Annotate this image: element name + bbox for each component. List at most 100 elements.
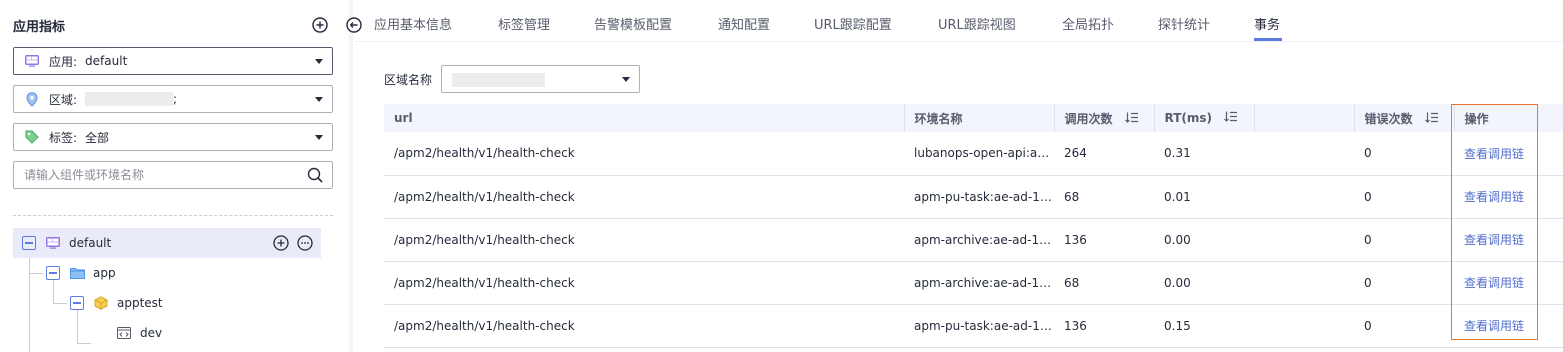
column-header-empty xyxy=(1254,104,1355,132)
cell-url: /apm2/health/v1/health-check xyxy=(384,218,904,262)
cell-env: apm-archive:ae-ad-1-... xyxy=(904,218,1054,262)
region-value-redacted xyxy=(452,73,545,87)
region-filter-select[interactable] xyxy=(441,65,640,93)
tabs-divider xyxy=(355,41,1563,42)
tab-global-topology[interactable]: 全局拓扑 xyxy=(1062,14,1114,33)
cell-errors: 0 xyxy=(1354,304,1454,348)
tab-alarm-template[interactable]: 告警模板配置 xyxy=(594,14,672,33)
column-header-calls[interactable]: 调用次数 xyxy=(1054,104,1155,132)
app-select-value: default xyxy=(85,54,128,68)
tag-icon xyxy=(24,129,40,145)
region-select[interactable]: 区域: ; xyxy=(13,85,333,113)
app-icon xyxy=(45,235,61,251)
folder-icon xyxy=(69,265,85,281)
cell-empty xyxy=(1254,218,1354,262)
tree-guide xyxy=(29,273,43,274)
cell-url: /apm2/health/v1/health-check xyxy=(384,175,904,219)
table-header-row: url 环境名称 调用次数 RT(ms) 错误次数 操作 xyxy=(384,104,1563,132)
tab-transactions[interactable]: 事务 xyxy=(1254,14,1280,33)
cell-url: /apm2/health/v1/health-check xyxy=(384,304,904,348)
collapse-toggle[interactable] xyxy=(22,236,36,250)
tree-node-label: app xyxy=(93,266,116,280)
cell-env: apm-archive:ae-ad-1-... xyxy=(904,261,1054,305)
column-header-rt[interactable]: RT(ms) xyxy=(1154,104,1255,132)
tab-tag-management[interactable]: 标签管理 xyxy=(498,14,550,33)
component-icon xyxy=(93,295,109,311)
sort-icon[interactable] xyxy=(1224,111,1238,125)
location-icon xyxy=(24,91,40,107)
tree-node-label: default xyxy=(69,236,112,250)
chevron-down-icon xyxy=(622,77,630,82)
sort-icon[interactable] xyxy=(1424,112,1438,126)
sidebar-splitter[interactable] xyxy=(349,0,353,352)
region-filter-label: 区域名称 xyxy=(384,73,433,87)
cell-errors: 0 xyxy=(1354,218,1454,262)
cell-errors: 0 xyxy=(1354,175,1454,219)
column-header-env: 环境名称 xyxy=(904,104,1055,132)
tags-select-label: 标签: xyxy=(49,130,78,145)
cell-calls: 68 xyxy=(1054,261,1154,305)
table-row: /apm2/health/v1/health-check apm-pu-task… xyxy=(384,175,1563,219)
table-row: /apm2/health/v1/health-check apm-archive… xyxy=(384,261,1563,305)
search-input[interactable] xyxy=(24,168,284,182)
cell-rt: 0.15 xyxy=(1154,304,1254,348)
add-icon[interactable] xyxy=(272,234,290,252)
sidebar-title: 应用指标 xyxy=(13,20,66,35)
app-select[interactable]: 应用: default xyxy=(13,47,333,75)
tab-notification[interactable]: 通知配置 xyxy=(718,14,770,33)
region-select-value-suffix: ; xyxy=(173,92,178,106)
cell-env: apm-pu-task:ae-ad-1-... xyxy=(904,175,1054,219)
table-row: /apm2/health/v1/health-check lubanops-op… xyxy=(384,132,1563,176)
tags-select[interactable]: 标签: 全部 xyxy=(13,123,333,151)
cell-url: /apm2/health/v1/health-check xyxy=(384,132,904,176)
active-tab-indicator xyxy=(1254,38,1282,41)
app-root: 应用指标 应用: default 区域: ; 标签: 全部 请输入组件或环境名称… xyxy=(0,0,1563,352)
tree-node-default[interactable]: default xyxy=(13,228,321,258)
cell-errors: 0 xyxy=(1354,261,1454,305)
view-call-chain-link[interactable]: 查看调用链 xyxy=(1454,218,1563,262)
cell-env: apm-pu-task:ae-ad-1-... xyxy=(904,304,1054,348)
tab-url-tracking-config[interactable]: URL跟踪配置 xyxy=(814,14,892,33)
app-icon xyxy=(24,53,40,69)
tree-guide xyxy=(77,343,91,344)
cell-empty xyxy=(1254,261,1354,305)
search-icon[interactable] xyxy=(307,167,323,186)
sort-icon[interactable] xyxy=(1124,112,1138,126)
cell-errors: 0 xyxy=(1354,132,1454,176)
cell-calls: 136 xyxy=(1054,304,1154,348)
cell-rt: 0.31 xyxy=(1154,132,1254,176)
region-select-label: 区域: xyxy=(49,92,78,107)
tab-probe-statistics[interactable]: 探针统计 xyxy=(1158,14,1210,33)
table-row: /apm2/health/v1/health-check apm-pu-task… xyxy=(384,304,1563,348)
add-icon[interactable] xyxy=(311,16,329,34)
view-call-chain-link[interactable]: 查看调用链 xyxy=(1454,175,1563,219)
cell-empty xyxy=(1254,304,1354,348)
collapse-toggle[interactable] xyxy=(46,266,60,280)
column-header-errors[interactable]: 错误次数 xyxy=(1354,104,1455,132)
tags-select-value: 全部 xyxy=(85,130,110,145)
divider xyxy=(13,215,333,216)
tab-url-tracking-view[interactable]: URL跟踪视图 xyxy=(938,14,1016,33)
collapse-sidebar-icon[interactable] xyxy=(345,16,363,34)
chevron-down-icon xyxy=(315,59,323,64)
collapse-toggle[interactable] xyxy=(70,296,84,310)
cell-rt: 0.00 xyxy=(1154,261,1254,305)
tab-basic-info[interactable]: 应用基本信息 xyxy=(374,14,452,33)
column-header-actions: 操作 xyxy=(1454,104,1563,132)
tree-node-label: apptest xyxy=(117,296,163,310)
cell-empty xyxy=(1254,132,1354,176)
view-call-chain-link[interactable]: 查看调用链 xyxy=(1454,132,1563,176)
tree-node-apptest[interactable]: apptest xyxy=(70,288,163,318)
cell-calls: 68 xyxy=(1054,175,1154,219)
tree-node-label: dev xyxy=(140,326,163,340)
table-row: /apm2/health/v1/health-check apm-archive… xyxy=(384,218,1563,262)
column-header-url: url xyxy=(384,104,905,132)
more-icon[interactable] xyxy=(296,234,314,252)
cell-rt: 0.01 xyxy=(1154,175,1254,219)
cell-env: lubanops-open-api:ae... xyxy=(904,132,1054,176)
tree-node-app[interactable]: app xyxy=(46,258,116,288)
tree-node-dev[interactable]: dev xyxy=(94,318,162,348)
view-call-chain-link[interactable]: 查看调用链 xyxy=(1454,261,1563,305)
view-call-chain-link[interactable]: 查看调用链 xyxy=(1454,304,1563,348)
sidebar: 应用指标 应用: default 区域: ; 标签: 全部 请输入组件或环境名称… xyxy=(0,0,341,352)
